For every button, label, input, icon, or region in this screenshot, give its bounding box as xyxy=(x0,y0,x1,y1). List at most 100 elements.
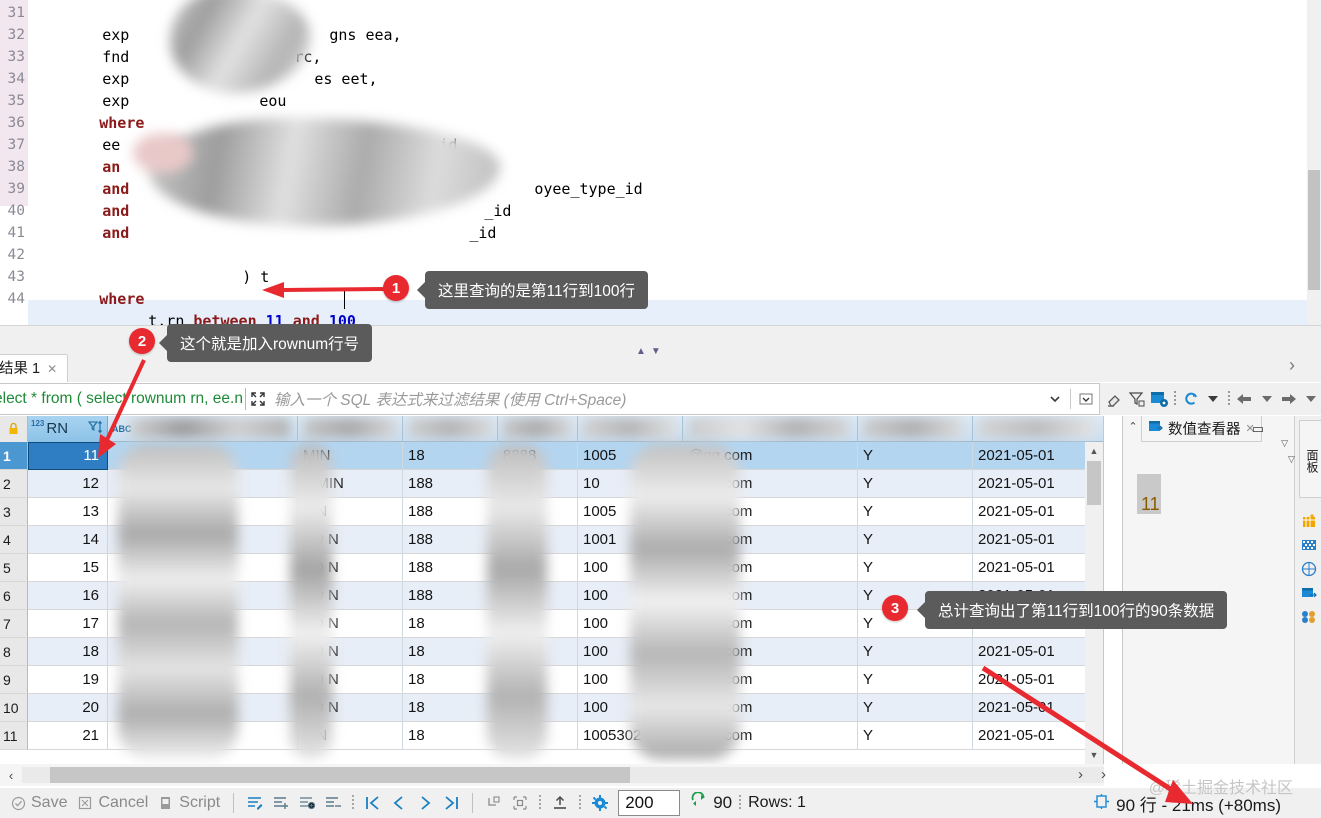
eraser-icon[interactable] xyxy=(1105,388,1124,410)
cell-number-3[interactable]: 1005 xyxy=(578,498,683,526)
calc-row-count-icon[interactable] xyxy=(482,792,506,814)
cell-redacted[interactable] xyxy=(108,554,298,582)
cell-number-3[interactable]: 100 xyxy=(578,582,683,610)
cell-role[interactable]: AD N xyxy=(298,666,403,694)
cell-redacted[interactable] xyxy=(108,638,298,666)
cell-role[interactable]: AD N xyxy=(298,582,403,610)
hscroll-thumb[interactable] xyxy=(50,767,630,783)
cell-flag[interactable]: Y xyxy=(858,554,973,582)
cell-number-2[interactable]: 888 xyxy=(498,554,578,582)
cell-role[interactable]: AD N xyxy=(298,610,403,638)
cell-email[interactable]: @qq.com xyxy=(683,666,858,694)
scroll-down-icon[interactable]: ▼ xyxy=(1085,746,1103,764)
cell-flag[interactable]: Y xyxy=(858,722,973,750)
hscroll-track[interactable] xyxy=(22,767,1104,783)
cell-redacted[interactable] xyxy=(108,582,298,610)
fit-columns-icon[interactable] xyxy=(508,792,532,814)
cancel-button[interactable]: Cancel xyxy=(73,794,152,812)
tab-result-1[interactable]: 结果 1 ✕ xyxy=(0,354,69,382)
value-panel-icon[interactable] xyxy=(1300,584,1318,602)
cell-number-2[interactable]: 888 xyxy=(498,722,578,750)
column-header-redacted[interactable] xyxy=(858,416,973,442)
first-page-icon[interactable] xyxy=(361,792,385,814)
cell-number-1[interactable]: 188 xyxy=(403,498,498,526)
cell-redacted[interactable] xyxy=(108,694,298,722)
cell-email[interactable]: @qq.com xyxy=(683,638,858,666)
cell-email[interactable]: @qq.com xyxy=(683,442,858,470)
table-row[interactable]: 1 11 MIN 18 8888 1005 @qq.com Y 2021-05-01 xyxy=(0,442,1103,470)
fetch-size-input[interactable]: 200 xyxy=(618,790,681,816)
cell-rn[interactable]: 17 xyxy=(28,610,108,638)
cell-number-2[interactable]: 888 xyxy=(498,526,578,554)
rail-collapse-icon[interactable]: ▽ xyxy=(1288,454,1295,465)
cell-role[interactable]: A N xyxy=(298,498,403,526)
column-header-redacted[interactable] xyxy=(683,416,858,442)
cell-email[interactable]: @qq.com xyxy=(683,470,858,498)
save-button[interactable]: Save xyxy=(6,794,71,812)
column-header-redacted[interactable] xyxy=(973,416,1103,442)
cell-rn[interactable]: 12 xyxy=(28,470,108,498)
cell-email[interactable]: @qq.com xyxy=(683,722,858,750)
cell-rn[interactable]: 18 xyxy=(28,638,108,666)
cell-flag[interactable]: Y xyxy=(858,470,973,498)
table-row[interactable]: 4 14 AD N 188 888 1001 @qq.com Y 2021-05-01 xyxy=(0,526,1103,554)
sort-filter-icon[interactable] xyxy=(87,420,104,437)
navigate-back-icon[interactable] xyxy=(1235,388,1254,410)
cell-number-1[interactable]: 18 xyxy=(403,722,498,750)
column-header-redacted[interactable] xyxy=(578,416,683,442)
filter-input-placeholder[interactable]: 输入一个 SQL 表达式来过滤结果 (使用 Ctrl+Space) xyxy=(274,388,626,410)
panel-collapse-icon[interactable]: ⌃ xyxy=(1125,420,1141,438)
cell-rn[interactable]: 14 xyxy=(28,526,108,554)
cell-redacted[interactable] xyxy=(108,470,298,498)
cell-number-3[interactable]: 10 xyxy=(578,470,683,498)
table-row[interactable]: 10 20 AD N 18 888 100 @qq.com Y 2021-05-01 xyxy=(0,694,1103,722)
cell-number-2[interactable]: 888 xyxy=(498,498,578,526)
tab-value-viewer[interactable]: 数值查看器 ✕ xyxy=(1141,416,1262,442)
sql-editor-pane[interactable]: 31 32 33 34 35 36 37 38 39 40 41 42 43 4… xyxy=(0,0,1321,325)
grid-horizontal-scrollbar[interactable]: ‹ xyxy=(0,764,1104,786)
cell-redacted[interactable] xyxy=(108,526,298,554)
minimize-icon[interactable]: ▭ xyxy=(1252,421,1264,437)
cell-flag[interactable]: Y xyxy=(858,498,973,526)
chevron-down-icon[interactable] xyxy=(1203,388,1222,410)
chevron-down-icon[interactable] xyxy=(1302,388,1321,410)
cell-email[interactable]: @qq.com xyxy=(683,526,858,554)
cell-email[interactable]: @qq.com xyxy=(683,498,858,526)
cell-number-1[interactable]: 188 xyxy=(403,554,498,582)
sql-code-text[interactable]: exp gns eea, fnd rc, exp es eet, exp eou whe… xyxy=(30,0,1321,325)
duplicate-row-icon[interactable] xyxy=(295,792,319,814)
gear-icon[interactable] xyxy=(588,792,612,814)
cell-role[interactable]: A N xyxy=(298,722,403,750)
column-header-redacted[interactable] xyxy=(403,416,498,442)
cell-number-3[interactable]: 1005302 xyxy=(578,722,683,750)
view-menu-icon[interactable]: ▽ xyxy=(1281,438,1288,449)
cell-rn[interactable]: 20 xyxy=(28,694,108,722)
filter-dropdown-icon[interactable] xyxy=(1075,387,1097,411)
cell-number-2[interactable]: 888 xyxy=(498,638,578,666)
scroll-right-icon[interactable]: › xyxy=(1078,766,1083,783)
table-row[interactable]: 9 19 AD N 18 888 100 @qq.com Y 2021-05-01 xyxy=(0,666,1103,694)
cell-email[interactable]: @qq.com xyxy=(683,554,858,582)
cell-email[interactable]: @qq.com xyxy=(683,694,858,722)
prev-page-icon[interactable] xyxy=(387,792,411,814)
cell-role[interactable]: AD N xyxy=(298,694,403,722)
cell-role[interactable]: AD N xyxy=(298,554,403,582)
column-header-rn[interactable]: 123 RN xyxy=(28,416,108,442)
cell-email[interactable]: @qq.com xyxy=(683,582,858,610)
cell-number-3[interactable]: 100 xyxy=(578,610,683,638)
cell-number-1[interactable]: 18 xyxy=(403,610,498,638)
results-filter-bar[interactable]: elect * from ( select rownum rn, ee.n 输入… xyxy=(0,383,1100,415)
cell-role[interactable]: AD N xyxy=(298,638,403,666)
panel-expand-icon[interactable]: › xyxy=(1101,766,1106,783)
table-row[interactable]: 2 12 A MIN 188 888 10 @qq.com Y 2021-05-01 xyxy=(0,470,1103,498)
cell-number-3[interactable]: 100 xyxy=(578,638,683,666)
cell-number-3[interactable]: 100 xyxy=(578,554,683,582)
script-button[interactable]: Script xyxy=(154,794,224,812)
editor-scrollbar-thumb[interactable] xyxy=(1308,170,1320,290)
cell-rn[interactable]: 21 xyxy=(28,722,108,750)
cell-number-3[interactable]: 100 xyxy=(578,694,683,722)
tab-scroll-right-icon[interactable]: › xyxy=(1283,354,1301,376)
chart-circle-icon[interactable] xyxy=(1300,560,1318,578)
cell-redacted[interactable] xyxy=(108,722,298,750)
cell-redacted[interactable] xyxy=(108,666,298,694)
